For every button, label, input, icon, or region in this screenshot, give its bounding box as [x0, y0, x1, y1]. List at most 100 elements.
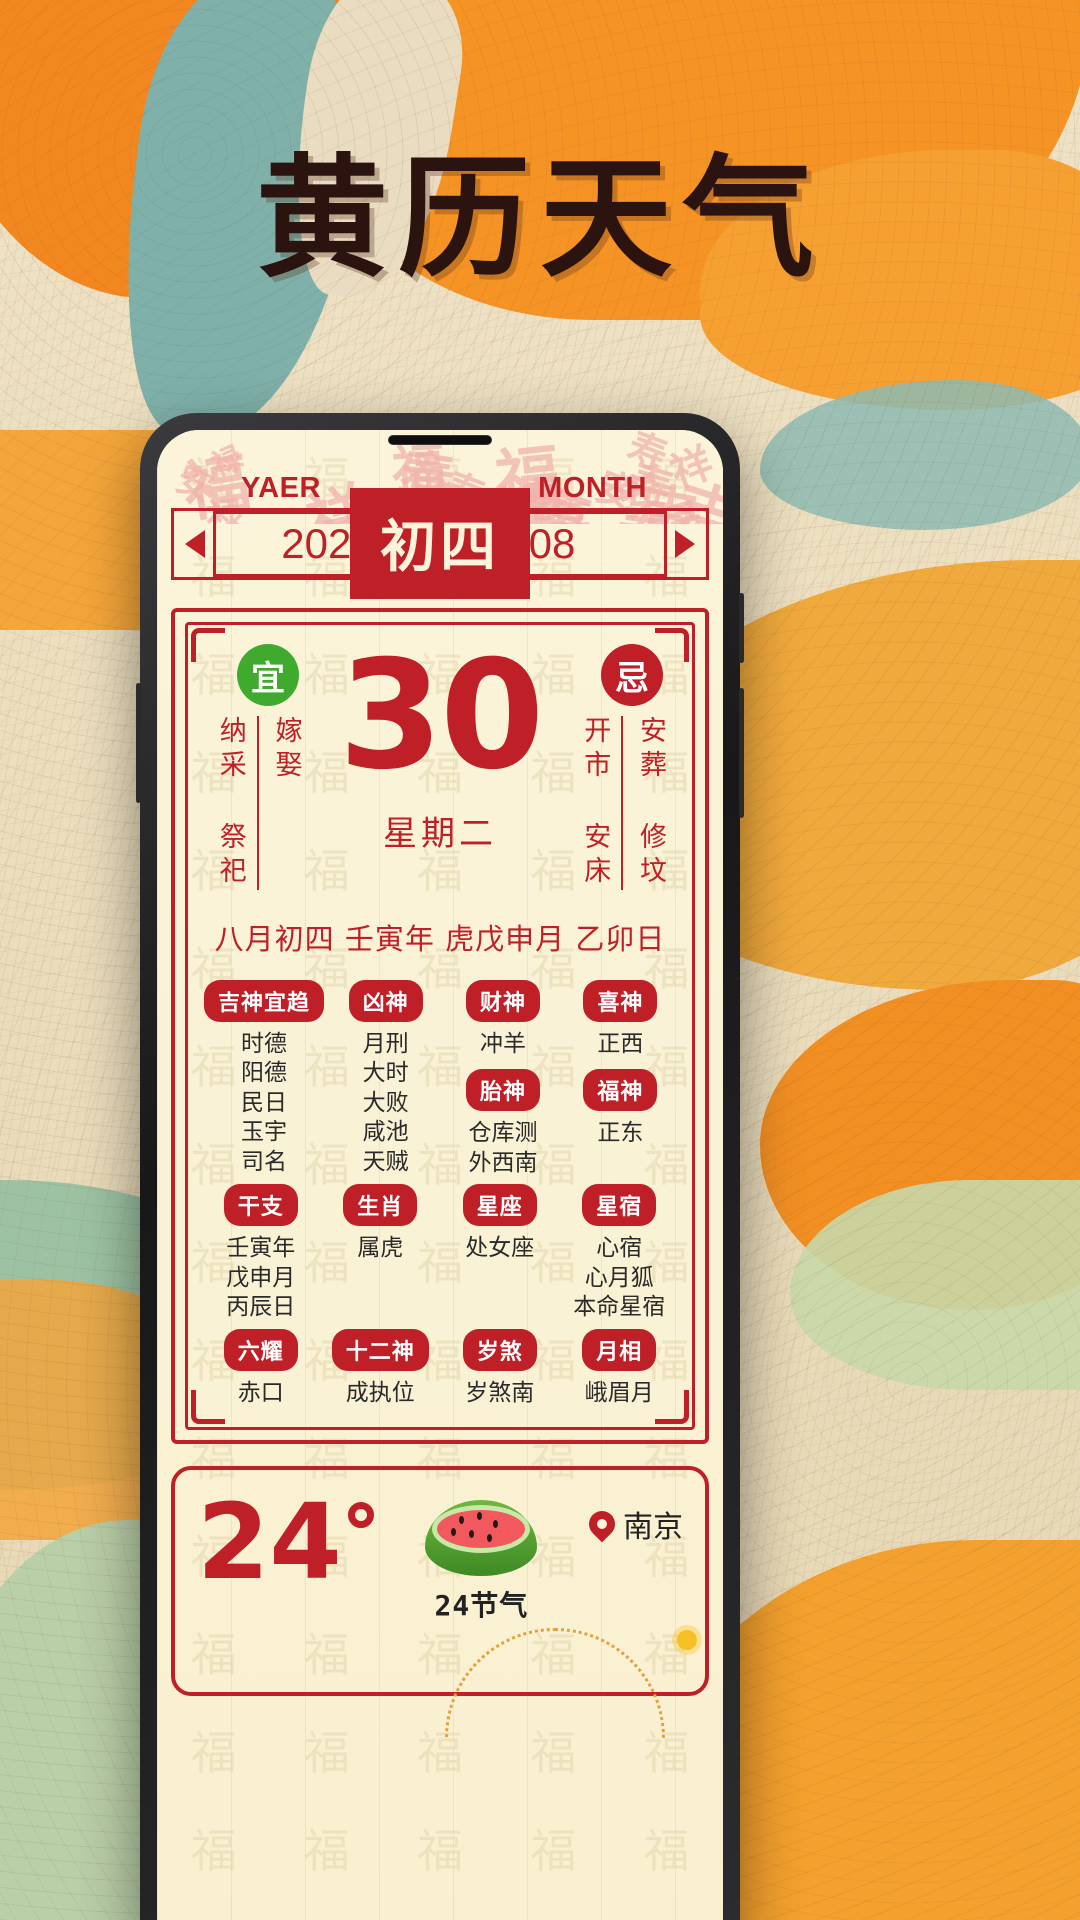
info-tag: 生肖: [343, 1184, 417, 1226]
info-value: 外西南: [447, 1149, 558, 1178]
info-tag: 吉神宜趋: [204, 980, 324, 1022]
info-value: 壬寅年: [204, 1234, 318, 1263]
almanac-info-row: 干支 壬寅年 戊申月 丙辰日 生肖 属虎 星座 处女座 星宿 心宿 心月狐 本命星宿: [201, 1184, 679, 1322]
info-tag: 星座: [463, 1184, 537, 1226]
info-values: 正东: [565, 1119, 676, 1148]
poster-title: 黄历天气: [0, 112, 1080, 303]
city-name: 南京: [623, 1502, 683, 1546]
date-selector-bar: YAER MONTH 2024 08 初四: [171, 472, 709, 584]
location-group[interactable]: 南京: [589, 1496, 683, 1546]
info-values: 处女座: [443, 1234, 557, 1263]
yi-column-2: 纳采 祭祀: [203, 716, 257, 890]
location-pin-icon: [584, 1506, 621, 1543]
info-value: 成执位: [324, 1379, 438, 1408]
info-value: 处女座: [443, 1234, 557, 1263]
sun-icon: [677, 1630, 697, 1650]
info-tag: 干支: [224, 1184, 298, 1226]
phone-mockup: 福福福福福福福福福福福福福福福福福福福福福福福福福福福福福福福福福福福福福福福福…: [140, 413, 740, 1920]
triangle-left-icon: [185, 530, 205, 558]
yi-column-1: 嫁娶: [257, 716, 313, 890]
almanac-info-grid: 吉神宜趋 时德 阳德 民日 玉宇 司名 凶神 月刑 大时 大败 咸池 天贼 财神 冲羊 胎神 仓库测 外西南 喜神…: [191, 980, 689, 1408]
ji-columns: 开市 安床 安葬 修坟: [547, 716, 677, 890]
almanac-card: 宜 纳采 祭祀 嫁娶 30 星期二 忌 开市 安床 安葬 修坟 八月初四 壬寅年…: [171, 608, 709, 1444]
info-values: 时德 阳德 民日 玉宇 司名: [204, 1030, 324, 1177]
yi-section: 宜 纳采 祭祀 嫁娶: [203, 644, 333, 890]
info-tag: 福神: [583, 1069, 657, 1111]
almanac-info-cell: 岁煞 岁煞南: [440, 1329, 560, 1408]
info-values: 冲羊: [447, 1030, 558, 1059]
info-value: 司名: [204, 1148, 324, 1177]
info-value: 本命星宿: [563, 1293, 677, 1322]
next-day-button[interactable]: [664, 530, 706, 558]
weekday-label: 星期二: [333, 806, 547, 855]
info-tag: 岁煞: [463, 1329, 537, 1371]
info-value: 戊申月: [204, 1264, 318, 1293]
info-value: 仓库测: [447, 1119, 558, 1148]
info-values: 心宿 心月狐 本命星宿: [563, 1234, 677, 1322]
solar-term-label: 24节气: [374, 1584, 589, 1624]
day-number: 30: [333, 644, 547, 788]
phone-screen: 福福福福福福福福福福福福福福福福福福福福福福福福福福福福福福福福福福福福福福福福…: [157, 430, 723, 1920]
almanac-info-cell: 财神 冲羊 胎神 仓库测 外西南: [444, 980, 561, 1178]
info-tag: 十二神: [332, 1329, 429, 1371]
almanac-info-row: 吉神宜趋 时德 阳德 民日 玉宇 司名 凶神 月刑 大时 大败 咸池 天贼 财神 冲羊 胎神 仓库测 外西南 喜神…: [201, 980, 679, 1178]
sun-arc: [445, 1628, 665, 1738]
app-content: YAER MONTH 2024 08 初四 宜 纳采 祭祀 嫁娶 30 星期二 …: [157, 472, 723, 1696]
info-values: 属虎: [324, 1234, 438, 1263]
info-tag: 月相: [582, 1329, 656, 1371]
info-values: 月刑 大时 大败 咸池 天贼: [330, 1030, 441, 1177]
info-tag: 喜神: [583, 980, 657, 1022]
almanac-info-cell: 喜神 正西 福神 正东: [562, 980, 679, 1178]
info-value: 正西: [565, 1030, 676, 1059]
volume-button[interactable]: [136, 683, 141, 803]
melon-flesh: [432, 1505, 530, 1553]
almanac-info-cell: 凶神月刑 大时 大败 咸池 天贼: [327, 980, 444, 1178]
info-value: 大时: [330, 1059, 441, 1088]
info-values: 岁煞南: [443, 1379, 557, 1408]
almanac-info-cell: 生肖 属虎: [321, 1184, 441, 1322]
triangle-right-icon: [675, 530, 695, 558]
temperature-group: 24: [197, 1496, 374, 1590]
info-value: 玉宇: [204, 1118, 324, 1147]
corner-ornament-bl: [191, 1390, 225, 1424]
info-value: 大败: [330, 1089, 441, 1118]
info-value: 属虎: [324, 1234, 438, 1263]
day-center: 30 星期二: [333, 644, 547, 890]
almanac-info-cell: 十二神 成执位: [321, 1329, 441, 1408]
info-value: 心月狐: [563, 1264, 677, 1293]
info-values: 正西: [565, 1030, 676, 1059]
ji-badge[interactable]: 忌: [601, 644, 663, 706]
info-value: 阳德: [204, 1059, 324, 1088]
prev-day-button[interactable]: [174, 530, 216, 558]
info-values: 仓库测 外西南: [447, 1119, 558, 1178]
info-value: 咸池: [330, 1118, 441, 1147]
info-value: 正东: [565, 1119, 676, 1148]
almanac-info-cell: 星座 处女座: [440, 1184, 560, 1322]
weather-card[interactable]: 24 24节气 南京: [171, 1466, 709, 1696]
phone-notch: [388, 435, 492, 445]
almanac-info-row: 六耀 赤口 十二神 成执位 岁煞 岁煞南 月相 峨眉月: [201, 1329, 679, 1408]
solar-term-group[interactable]: 24节气: [374, 1496, 589, 1624]
info-values: 成执位: [324, 1379, 438, 1408]
ji-column-1: 开市 安床: [568, 716, 624, 890]
info-value: 丙辰日: [204, 1293, 318, 1322]
yi-columns: 纳采 祭祀 嫁娶: [203, 716, 333, 890]
info-values: 壬寅年 戊申月 丙辰日: [204, 1234, 318, 1322]
ji-section: 忌 开市 安床 安葬 修坟: [547, 644, 677, 890]
info-tag: 六耀: [224, 1329, 298, 1371]
almanac-main-row: 宜 纳采 祭祀 嫁娶 30 星期二 忌 开市 安床 安葬 修坟: [191, 634, 689, 890]
info-value: 冲羊: [447, 1030, 558, 1059]
year-label: YAER: [241, 472, 321, 505]
ji-column-2: 安葬 修坟: [623, 716, 677, 890]
info-value: 时德: [204, 1030, 324, 1059]
info-tag: 凶神: [349, 980, 423, 1022]
watermelon-icon: [425, 1500, 537, 1576]
lunar-day-badge[interactable]: 初四: [350, 488, 530, 599]
yi-badge[interactable]: 宜: [237, 644, 299, 706]
info-value: 心宿: [563, 1234, 677, 1263]
month-label: MONTH: [538, 472, 647, 505]
info-value: 月刑: [330, 1030, 441, 1059]
info-tag: 胎神: [466, 1069, 540, 1111]
info-tag: 星宿: [582, 1184, 656, 1226]
temperature-value: 24: [197, 1496, 342, 1590]
